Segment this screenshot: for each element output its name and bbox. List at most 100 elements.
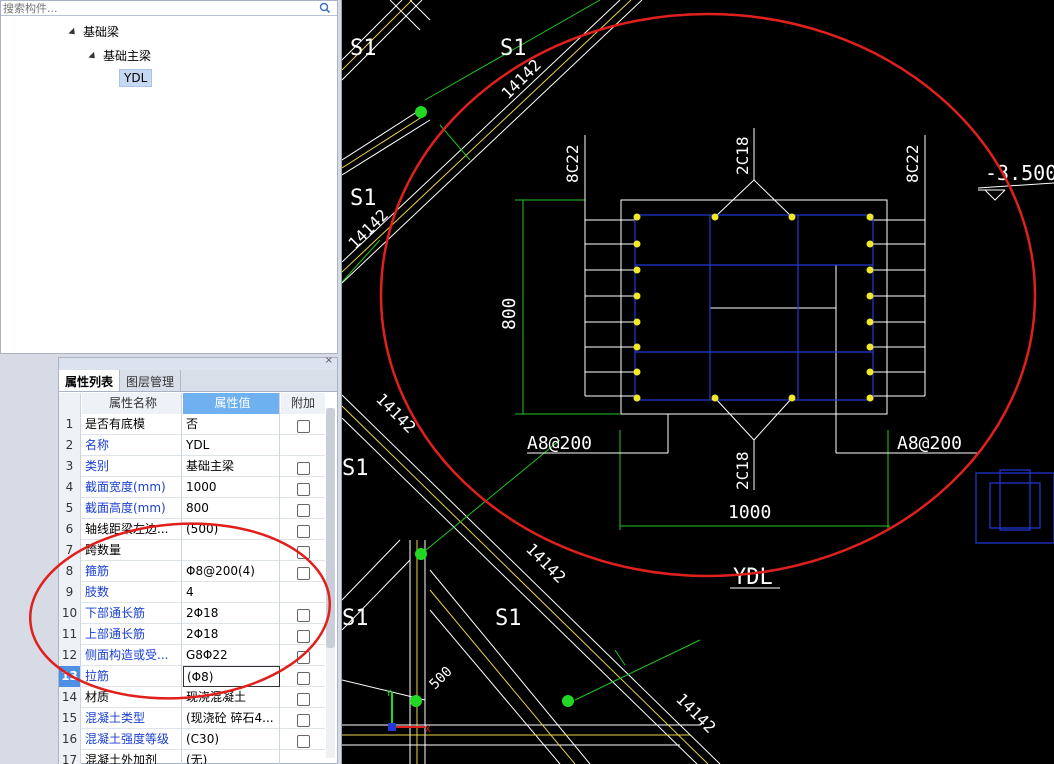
property-table: 属性名称 属性值 附加 1 是否有底模否 2 名称 YDL 3 类别 基础主梁 4 截面宽度(mm… <box>59 393 325 764</box>
table-row[interactable]: 10 下部通长筋 2Φ18 <box>59 603 325 624</box>
label-14142: 14142 <box>672 689 719 736</box>
extra-checkbox[interactable] <box>296 692 310 706</box>
search-input[interactable] <box>3 1 313 15</box>
label-stirrup: A8@200 <box>527 433 592 454</box>
property-value[interactable]: (无) <box>183 750 280 764</box>
extra-cell <box>281 561 325 582</box>
property-value[interactable]: G8Φ22 <box>183 645 280 666</box>
scrollbar-thumb[interactable] <box>326 408 335 648</box>
table-row[interactable]: 6 轴线距梁左边... (500) <box>59 519 325 540</box>
property-value[interactable]: (现浇砼 碎石4... <box>183 708 280 729</box>
table-row[interactable]: 4 截面宽度(mm) 1000 <box>59 477 325 498</box>
property-value[interactable]: 4 <box>183 582 280 603</box>
table-row[interactable]: 7 跨数量 <box>59 540 325 561</box>
collapse-arrow-icon[interactable] <box>68 27 78 38</box>
table-row[interactable]: 14 材质 现浇混凝土 <box>59 687 325 708</box>
property-value[interactable]: 2Φ18 <box>183 603 280 624</box>
table-row[interactable]: 11 上部通长筋 2Φ18 <box>59 624 325 645</box>
table-row[interactable]: 17 混凝土外加剂 (无) <box>59 750 325 764</box>
property-name: 类别 <box>82 456 182 477</box>
vertical-scrollbar[interactable] <box>326 408 335 758</box>
extra-checkbox[interactable] <box>296 461 310 475</box>
extra-checkbox[interactable] <box>296 629 310 643</box>
extra-checkbox[interactable] <box>296 734 310 748</box>
property-value[interactable]: YDL <box>183 435 280 456</box>
extra-checkbox[interactable] <box>296 524 310 538</box>
tab-layer-management[interactable]: 图层管理 <box>120 370 182 391</box>
tree-node-foundation-beam[interactable]: 基础梁 <box>68 23 119 40</box>
extra-checkbox[interactable] <box>296 650 310 664</box>
property-value[interactable]: 800 <box>183 498 280 519</box>
table-row[interactable]: 13 拉筋 (Φ8) <box>59 666 325 687</box>
search-icon[interactable] <box>319 1 331 15</box>
tree-node-main-beam[interactable]: 基础主梁 <box>88 47 151 64</box>
cad-drawing: S1 S1 S1 S1 S1 S1 14142 14142 14142 1414… <box>342 0 1054 764</box>
property-name: 肢数 <box>82 582 182 603</box>
label-stirrup: A8@200 <box>897 433 962 454</box>
extra-cell <box>281 750 325 764</box>
cad-drawing-canvas[interactable]: S1 S1 S1 S1 S1 S1 14142 14142 14142 1414… <box>342 0 1054 764</box>
property-name: 截面高度(mm) <box>82 498 182 519</box>
label-s1: S1 <box>500 36 527 61</box>
table-row[interactable]: 15 混凝土类型 (现浇砼 碎石4... <box>59 708 325 729</box>
table-row[interactable]: 3 类别 基础主梁 <box>59 456 325 477</box>
row-index: 2 <box>59 435 81 456</box>
tree-node-ydl[interactable]: YDL <box>119 69 153 87</box>
property-name: 上部通长筋 <box>82 624 182 645</box>
property-value[interactable]: Φ8@200(4) <box>183 561 280 582</box>
table-row[interactable]: 8 箍筋 Φ8@200(4) <box>59 561 325 582</box>
row-index: 1 <box>59 414 81 435</box>
row-index: 6 <box>59 519 81 540</box>
property-value[interactable]: 1000 <box>183 477 280 498</box>
property-name: 轴线距梁左边... <box>82 519 182 540</box>
table-row[interactable]: 1 是否有底模否 <box>59 414 325 435</box>
row-index: 3 <box>59 456 81 477</box>
property-name: 混凝土外加剂 <box>82 750 182 764</box>
section-outline <box>527 128 1054 589</box>
tab-property-list[interactable]: 属性列表 <box>59 370 121 391</box>
extra-cell <box>281 540 325 561</box>
extra-checkbox[interactable] <box>296 503 310 517</box>
property-value[interactable]: (500) <box>183 519 280 540</box>
extra-checkbox[interactable] <box>296 671 310 685</box>
extra-cell <box>281 687 325 708</box>
property-value[interactable]: (C30) <box>183 729 280 750</box>
property-value[interactable]: 否 <box>183 414 280 435</box>
collapse-arrow-icon[interactable] <box>88 51 98 62</box>
extra-cell <box>281 435 325 456</box>
label-height-800: 800 <box>499 297 520 330</box>
property-value[interactable]: 现浇混凝土 <box>183 687 280 708</box>
tree-label: YDL <box>124 71 148 85</box>
extra-cell <box>281 519 325 540</box>
label-s1: S1 <box>342 606 369 631</box>
tab-bar: 属性列表 图层管理 <box>59 370 337 392</box>
extra-checkbox[interactable] <box>296 713 310 727</box>
extra-cell <box>281 645 325 666</box>
header-value: 属性值 <box>183 393 280 414</box>
table-row[interactable]: 9 肢数 4 <box>59 582 325 603</box>
row-index: 11 <box>59 624 81 645</box>
property-name: 跨数量 <box>82 540 182 561</box>
table-row[interactable]: 5 截面高度(mm) 800 <box>59 498 325 519</box>
table-row[interactable]: 12 侧面构造或受... G8Φ22 <box>59 645 325 666</box>
label-axis-y: Y <box>386 689 392 699</box>
label-s1: S1 <box>495 606 522 631</box>
extra-checkbox[interactable] <box>296 482 310 496</box>
property-value[interactable]: 2Φ18 <box>183 624 280 645</box>
extra-checkbox[interactable] <box>296 608 310 622</box>
label-s1: S1 <box>350 186 377 211</box>
property-value[interactable]: 基础主梁 <box>183 456 280 477</box>
table-body: 1 是否有底模否 2 名称 YDL 3 类别 基础主梁 4 截面宽度(mm) 1000 5 截面高度(m… <box>59 414 325 764</box>
row-index: 14 <box>59 687 81 708</box>
extra-cell <box>281 477 325 498</box>
close-icon[interactable]: × <box>325 355 333 366</box>
table-row[interactable]: 2 名称 YDL <box>59 435 325 456</box>
extra-checkbox[interactable] <box>296 419 310 433</box>
extra-checkbox[interactable] <box>296 545 310 559</box>
property-value[interactable]: (Φ8) <box>183 666 280 687</box>
property-value[interactable] <box>183 540 280 561</box>
extra-checkbox[interactable] <box>296 566 310 580</box>
table-row[interactable]: 16 混凝土强度等级 (C30) <box>59 729 325 750</box>
row-index: 12 <box>59 645 81 666</box>
property-name: 混凝土类型 <box>82 708 182 729</box>
